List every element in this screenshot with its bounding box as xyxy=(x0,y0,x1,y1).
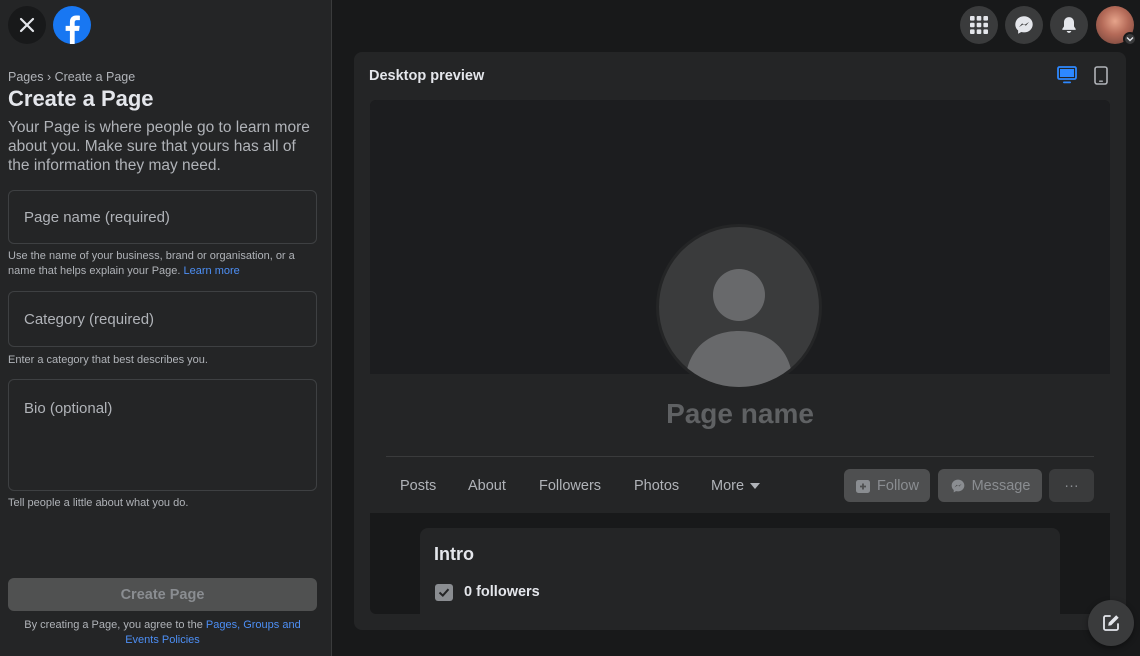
messenger-icon xyxy=(1015,16,1033,34)
menu-button[interactable] xyxy=(960,6,998,44)
page-title: Create a Page xyxy=(8,86,154,111)
facebook-logo-icon[interactable] xyxy=(53,6,91,44)
breadcrumb-pages-link[interactable]: Pages xyxy=(8,70,43,84)
category-input[interactable] xyxy=(8,291,317,347)
close-button[interactable] xyxy=(8,6,46,44)
page-name-input[interactable] xyxy=(8,190,317,244)
new-message-button[interactable] xyxy=(1088,600,1134,646)
tab-about[interactable]: About xyxy=(468,478,506,494)
message-label: Message xyxy=(971,477,1031,494)
breadcrumb-separator: › xyxy=(46,70,52,84)
page-preview: Page name Posts About Followers Photos M… xyxy=(370,100,1110,614)
page-name-helper-text: Use the name of your business, brand or … xyxy=(8,250,295,277)
create-page-button[interactable]: Create Page xyxy=(8,578,317,611)
messenger-button[interactable] xyxy=(1005,6,1043,44)
follow-icon xyxy=(856,479,871,493)
caret-down-icon xyxy=(750,483,761,489)
tabs-divider xyxy=(386,456,1094,457)
message-button[interactable]: Message xyxy=(938,469,1042,502)
bio-helper: Tell people a little about what you do. xyxy=(8,497,189,509)
category-helper: Enter a category that best describes you… xyxy=(8,354,208,366)
intro-card: Intro 0 followers xyxy=(420,528,1060,614)
chevron-down-icon xyxy=(1123,32,1137,46)
page-name-helper: Use the name of your business, brand or … xyxy=(8,249,320,279)
breadcrumb-current: Create a Page xyxy=(54,70,136,84)
tab-photos[interactable]: Photos xyxy=(634,478,679,494)
mobile-icon[interactable] xyxy=(1094,66,1108,85)
preview-page-name: Page name xyxy=(666,398,814,429)
more-actions-button[interactable]: ··· xyxy=(1049,469,1094,502)
followers-row: 0 followers xyxy=(434,582,540,602)
learn-more-link[interactable]: Learn more xyxy=(184,265,240,277)
tab-more[interactable]: More xyxy=(711,478,761,494)
followers-icon xyxy=(435,584,453,601)
bio-textarea[interactable] xyxy=(8,379,317,491)
followers-count: 0 followers xyxy=(464,584,540,600)
compose-icon xyxy=(1103,615,1119,631)
follow-label: Follow xyxy=(877,477,919,494)
close-icon xyxy=(19,17,35,33)
tab-posts[interactable]: Posts xyxy=(400,478,436,494)
create-page-sidebar: Pages › Create a Page Create a Page Your… xyxy=(0,0,332,656)
tab-more-label: More xyxy=(711,478,745,494)
terms-text: By creating a Page, you agree to the Pag… xyxy=(8,618,317,648)
account-avatar[interactable] xyxy=(1096,6,1137,46)
user-silhouette-icon xyxy=(685,269,793,387)
preview-panel: Desktop preview Page name Posts About Fo… xyxy=(354,52,1126,630)
intro-heading: Intro xyxy=(434,544,474,564)
menu-grid-icon xyxy=(970,16,988,34)
form-intro-text: Your Page is where people go to learn mo… xyxy=(8,119,310,174)
bell-icon xyxy=(1062,17,1076,33)
messenger-icon xyxy=(951,479,964,492)
preview-title: Desktop preview xyxy=(369,68,485,84)
profile-picture xyxy=(656,224,822,390)
follow-button[interactable]: Follow xyxy=(844,469,930,502)
tab-followers[interactable]: Followers xyxy=(539,478,601,494)
notifications-button[interactable] xyxy=(1050,6,1088,44)
terms-prefix: By creating a Page, you agree to the xyxy=(24,619,203,631)
desktop-icon[interactable] xyxy=(1057,66,1077,84)
breadcrumb: Pages › Create a Page xyxy=(8,70,135,84)
